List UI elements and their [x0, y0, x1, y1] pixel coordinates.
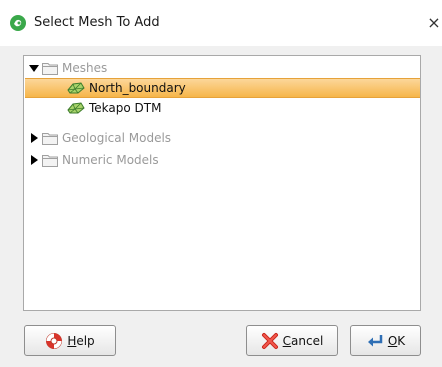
tree-item-label: Geological Models [62, 131, 172, 145]
collapsed-arrow-icon[interactable] [29, 155, 39, 165]
mesh-icon [67, 102, 85, 114]
return-arrow-icon [367, 334, 383, 346]
close-button[interactable]: × [426, 13, 442, 33]
folder-icon [42, 154, 58, 167]
help-button[interactable]: Help [24, 325, 116, 356]
dialog-window: Select Mesh To Add × Meshes North_bounda… [0, 0, 442, 367]
cancel-button-label: Cancel [282, 333, 324, 348]
tree-item-label: Numeric Models [62, 153, 159, 167]
ok-button-label: OK [387, 333, 406, 348]
tree-item-label: Tekapo DTM [89, 101, 162, 115]
folder-icon [42, 132, 58, 145]
app-logo-icon [10, 15, 26, 31]
mesh-tree: Meshes North_boundary Tekapo DTM Geologi… [23, 55, 421, 311]
ok-button[interactable]: OK [350, 325, 421, 356]
title-bar: Select Mesh To Add × [0, 0, 442, 46]
cancel-button[interactable]: Cancel [246, 325, 338, 356]
tree-item-north-boundary[interactable]: North_boundary [25, 78, 420, 98]
collapsed-arrow-icon[interactable] [29, 133, 39, 143]
tree-item-label: Meshes [62, 61, 108, 75]
lifebuoy-icon [46, 332, 63, 349]
expanded-arrow-icon[interactable] [29, 63, 39, 73]
dialog-title: Select Mesh To Add [34, 15, 160, 30]
tree-item-label: North_boundary [89, 81, 186, 95]
folder-icon [42, 62, 58, 75]
tree-item-tekapo-dtm[interactable]: Tekapo DTM [67, 98, 407, 118]
red-x-icon [261, 332, 278, 349]
tree-item-meshes[interactable]: Meshes [29, 58, 409, 78]
tree-item-numeric-models[interactable]: Numeric Models [29, 150, 409, 170]
tree-item-geological-models[interactable]: Geological Models [29, 128, 409, 148]
mesh-icon [67, 82, 85, 94]
help-button-label: Help [67, 333, 95, 348]
